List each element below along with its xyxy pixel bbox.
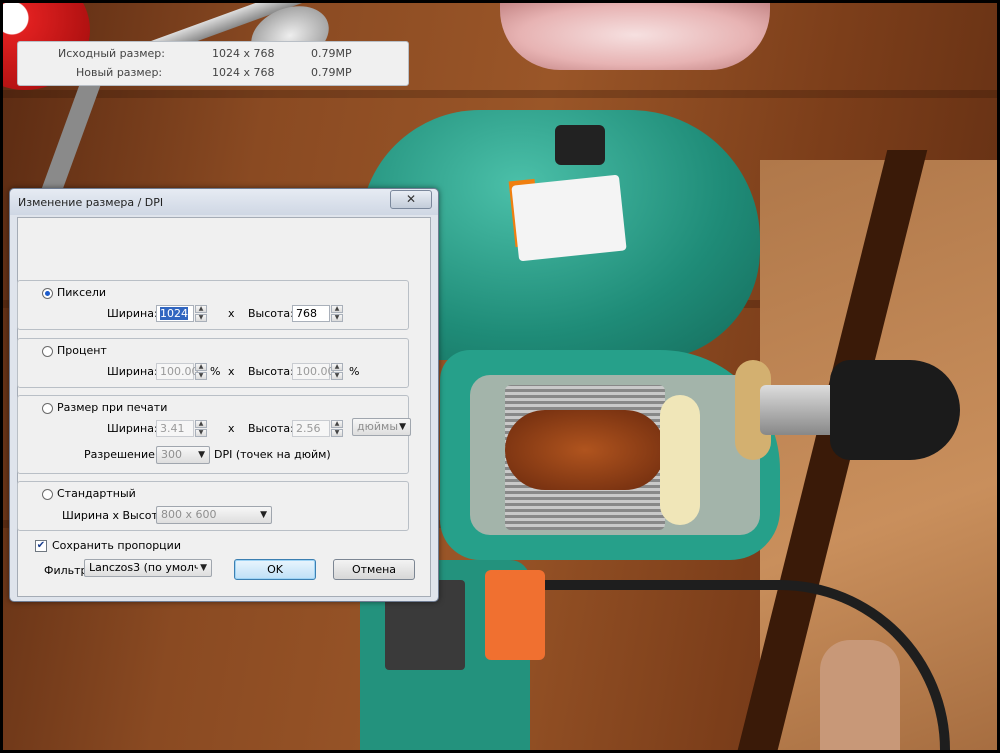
spin-down-icon[interactable]: ▼: [331, 429, 343, 437]
pixels-height-spinner[interactable]: ▲ ▼: [331, 305, 343, 322]
motor-fan: [660, 395, 700, 525]
print-unit-value: дюймы: [357, 420, 398, 433]
print-size-group: Размер при печати Ширина: 3.41 ▲ ▼ x Выс…: [17, 395, 411, 474]
print-x-separator: x: [228, 422, 235, 435]
percent-width-label: Ширина:: [107, 365, 158, 378]
pixels-group: Пиксели Ширина: 1024 ▲ ▼ x Высота: 768 ▲…: [17, 280, 409, 330]
new-size-value: 1024 x 768: [212, 66, 275, 79]
print-size-radio[interactable]: [42, 403, 53, 414]
standard-radio-label[interactable]: Стандартный: [57, 487, 136, 500]
close-icon: ✕: [405, 192, 417, 206]
percent-radio-label[interactable]: Процент: [57, 344, 107, 357]
print-width-spinner[interactable]: ▲ ▼: [195, 420, 207, 437]
pixels-width-label: Ширина:: [107, 307, 158, 320]
spin-down-icon[interactable]: ▼: [195, 314, 207, 322]
print-width-input[interactable]: 3.41: [156, 420, 194, 437]
dialog-titlebar[interactable]: Изменение размера / DPI ✕: [10, 189, 438, 215]
standard-size-value: 800 x 600: [161, 508, 217, 521]
wood-plank-line: [0, 90, 1000, 98]
percent-x-separator: x: [228, 365, 235, 378]
standard-size-dropdown[interactable]: 800 x 600 ▼: [156, 506, 272, 524]
new-size-label: Новый размер:: [76, 66, 163, 79]
percent-width-unit: %: [210, 365, 221, 378]
chevron-down-icon: ▼: [260, 510, 267, 520]
size-info-group: Исходный размер: 1024 x 768 0.79MP Новый…: [17, 41, 409, 86]
motor-coil: [505, 410, 665, 490]
pixels-height-input[interactable]: 768: [292, 305, 330, 322]
spin-up-icon[interactable]: ▲: [195, 363, 207, 371]
drill-trigger: [485, 570, 545, 660]
chevron-down-icon: ▼: [198, 450, 205, 460]
percent-radio[interactable]: [42, 346, 53, 357]
spin-down-icon[interactable]: ▼: [331, 314, 343, 322]
chevron-down-icon: ▼: [198, 560, 207, 576]
keep-ratio-checkbox[interactable]: ✔: [35, 540, 47, 552]
spin-down-icon[interactable]: ▼: [195, 372, 207, 380]
spin-up-icon[interactable]: ▲: [331, 420, 343, 428]
spin-down-icon[interactable]: ▼: [195, 429, 207, 437]
foot: [820, 640, 900, 753]
keep-ratio-label[interactable]: Сохранить пропорции: [52, 539, 181, 552]
spin-up-icon[interactable]: ▲: [195, 305, 207, 313]
check-icon: ✔: [36, 540, 46, 551]
standard-size-group: Стандартный Ширина x Высота: 800 x 600 ▼: [17, 481, 409, 531]
print-height-label: Высота:: [248, 422, 294, 435]
pixels-height-label: Высота:: [248, 307, 294, 320]
original-size-label: Исходный размер:: [58, 47, 165, 60]
percent-width-spinner[interactable]: ▲ ▼: [195, 363, 207, 380]
close-button[interactable]: ✕: [390, 190, 432, 209]
spin-down-icon[interactable]: ▼: [331, 372, 343, 380]
percent-height-input[interactable]: 100.00: [292, 363, 335, 380]
pixels-radio[interactable]: [42, 288, 53, 299]
original-megapixels: 0.79MP: [311, 47, 352, 60]
filter-dropdown[interactable]: Lanczos3 (по умолча ▼: [84, 559, 212, 577]
percent-group: Процент Ширина: 100.00 ▲ ▼ % x Высота: 1…: [17, 338, 409, 388]
drill-plug: [555, 125, 605, 165]
print-size-radio-label[interactable]: Размер при печати: [57, 401, 167, 414]
plastic-bag: [500, 0, 770, 70]
pixels-radio-label[interactable]: Пиксели: [57, 286, 106, 299]
percent-height-unit: %: [349, 365, 360, 378]
drill-label: [511, 174, 627, 262]
percent-width-input[interactable]: 100.00: [156, 363, 199, 380]
resolution-label: Разрешение:: [84, 448, 159, 461]
chevron-down-icon: ▼: [399, 422, 406, 432]
cancel-button[interactable]: Отмена: [333, 559, 415, 580]
print-height-input[interactable]: 2.56: [292, 420, 330, 437]
spin-up-icon[interactable]: ▲: [195, 420, 207, 428]
drill-chuck: [830, 360, 960, 460]
print-unit-dropdown[interactable]: дюймы ▼: [352, 418, 411, 436]
spin-up-icon[interactable]: ▲: [331, 363, 343, 371]
dpi-label: DPI (точек на дюйм): [214, 448, 331, 461]
percent-height-label: Высота:: [248, 365, 294, 378]
print-width-label: Ширина:: [107, 422, 158, 435]
standard-size-label: Ширина x Высота:: [62, 509, 169, 522]
new-megapixels: 0.79MP: [311, 66, 352, 79]
filter-value: Lanczos3 (по умолча: [89, 561, 208, 574]
spin-up-icon[interactable]: ▲: [331, 305, 343, 313]
ok-button[interactable]: OK: [234, 559, 316, 580]
pixels-width-input[interactable]: 1024: [156, 305, 194, 322]
original-size-value: 1024 x 768: [212, 47, 275, 60]
resolution-dropdown[interactable]: 300 ▼: [156, 446, 210, 464]
standard-radio[interactable]: [42, 489, 53, 500]
percent-height-spinner[interactable]: ▲ ▼: [331, 363, 343, 380]
drill-spindle: [760, 385, 840, 435]
print-height-spinner[interactable]: ▲ ▼: [331, 420, 343, 437]
pixels-width-spinner[interactable]: ▲ ▼: [195, 305, 207, 322]
pixels-x-separator: x: [228, 307, 235, 320]
dialog-title: Изменение размера / DPI: [18, 196, 164, 209]
resolution-value: 300: [161, 448, 182, 461]
